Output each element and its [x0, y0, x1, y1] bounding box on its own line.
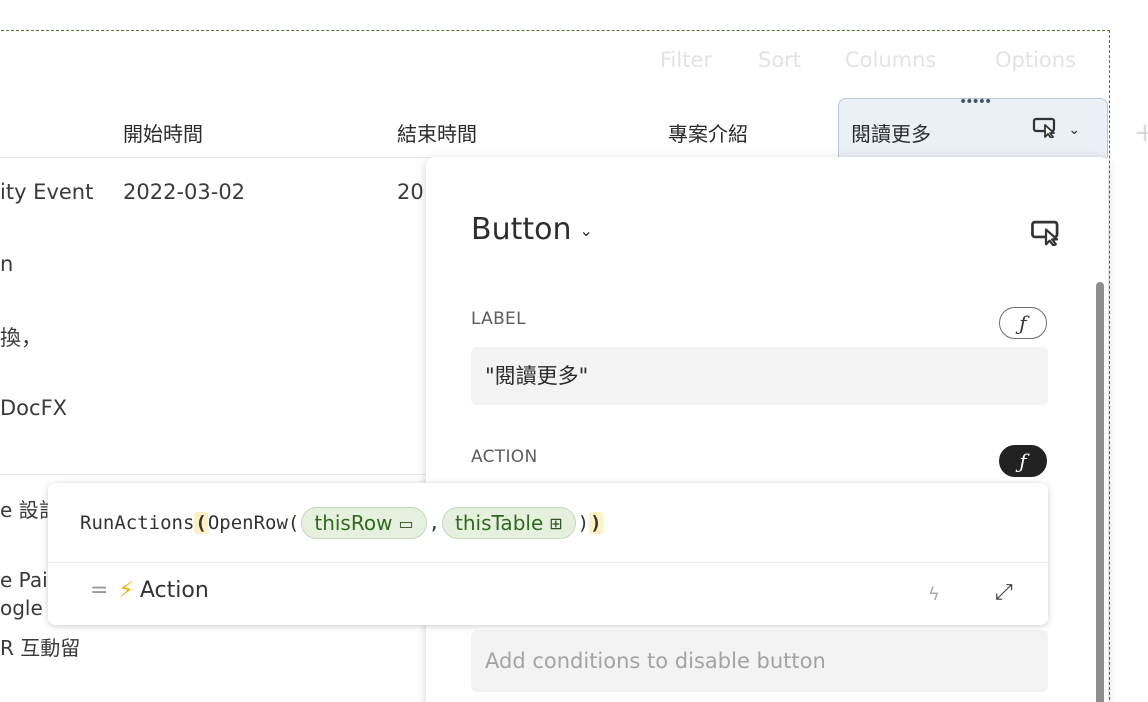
options-button[interactable]: Options — [995, 48, 1076, 72]
column-type-menu[interactable]: ⌄ — [1032, 116, 1080, 143]
formula-func: RunActions — [80, 512, 195, 534]
cell-start-date[interactable]: 2022-03-02 — [123, 180, 245, 204]
panel-title: Button — [471, 212, 572, 247]
cell-text: 換， — [0, 326, 42, 350]
columns-button[interactable]: Columns — [845, 48, 936, 72]
column-header-start[interactable]: 開始時間 — [123, 118, 203, 147]
column-header-end[interactable]: 結束時間 — [397, 118, 477, 147]
formula-result: = ⚡ Action — [90, 578, 209, 603]
filter-button[interactable]: Filter — [660, 48, 712, 72]
panel-scrollbar[interactable] — [1096, 282, 1104, 702]
cell-title[interactable]: ity Event — [0, 180, 93, 204]
cell-end-date[interactable]: 20 — [397, 180, 424, 204]
action-section-title: ACTION — [471, 447, 538, 467]
button-cursor-icon — [1032, 117, 1056, 139]
cell-text: DocFX — [0, 396, 68, 420]
chevron-down-icon: ⌄ — [579, 221, 593, 240]
add-column-icon[interactable]: + — [1134, 118, 1148, 148]
action-formula-button[interactable]: ƒ — [999, 445, 1047, 477]
cell-text: R 互動留 — [0, 636, 81, 660]
table-icon: ⊞ — [549, 513, 563, 533]
row-divider — [0, 474, 430, 475]
sort-button[interactable]: Sort — [758, 48, 801, 72]
column-header-readmore[interactable]: 閱讀更多 — [851, 118, 931, 147]
formula-close-paren: ) — [589, 512, 603, 534]
result-equals: = — [90, 578, 109, 603]
lightning-icon: ⚡ — [118, 578, 134, 603]
label-formula-button[interactable]: ƒ — [999, 307, 1047, 339]
label-field[interactable]: "閱讀更多" — [471, 347, 1048, 405]
chip-label: thisTable — [455, 511, 544, 535]
chip-label: thisRow — [314, 511, 393, 535]
result-type: Action — [139, 578, 209, 603]
drag-handle-icon[interactable]: ••••• — [959, 95, 992, 109]
formula-open-paren: ( — [194, 512, 208, 534]
formula-inner-func: OpenRow( — [207, 512, 300, 534]
column-type-dropdown[interactable]: Button ⌄ — [471, 212, 593, 247]
label-section-title: LABEL — [471, 309, 526, 329]
column-header-intro[interactable]: 專案介紹 — [668, 118, 748, 147]
chevron-down-icon: ⌄ — [1068, 122, 1081, 138]
lightning-small-icon[interactable]: ϟ — [928, 584, 940, 605]
formula-divider — [48, 562, 1048, 563]
formula-comma: , — [428, 512, 441, 534]
button-cursor-icon — [1030, 218, 1062, 250]
thisrow-chip[interactable]: thisRow ▭ — [301, 507, 427, 539]
cell-text: n — [0, 252, 14, 276]
formula-text[interactable]: RunActions(OpenRow(thisRow ▭, thisTable ⊞)) — [80, 505, 603, 541]
disable-conditions-field[interactable]: Add conditions to disable button — [471, 630, 1048, 692]
thistable-chip[interactable]: thisTable ⊞ — [442, 507, 576, 539]
cell-text: ogle — [0, 596, 43, 620]
formula-inner-close: ) — [577, 512, 590, 534]
row-icon: ▭ — [398, 513, 414, 533]
expand-icon[interactable]: ⤢ — [995, 580, 1013, 605]
